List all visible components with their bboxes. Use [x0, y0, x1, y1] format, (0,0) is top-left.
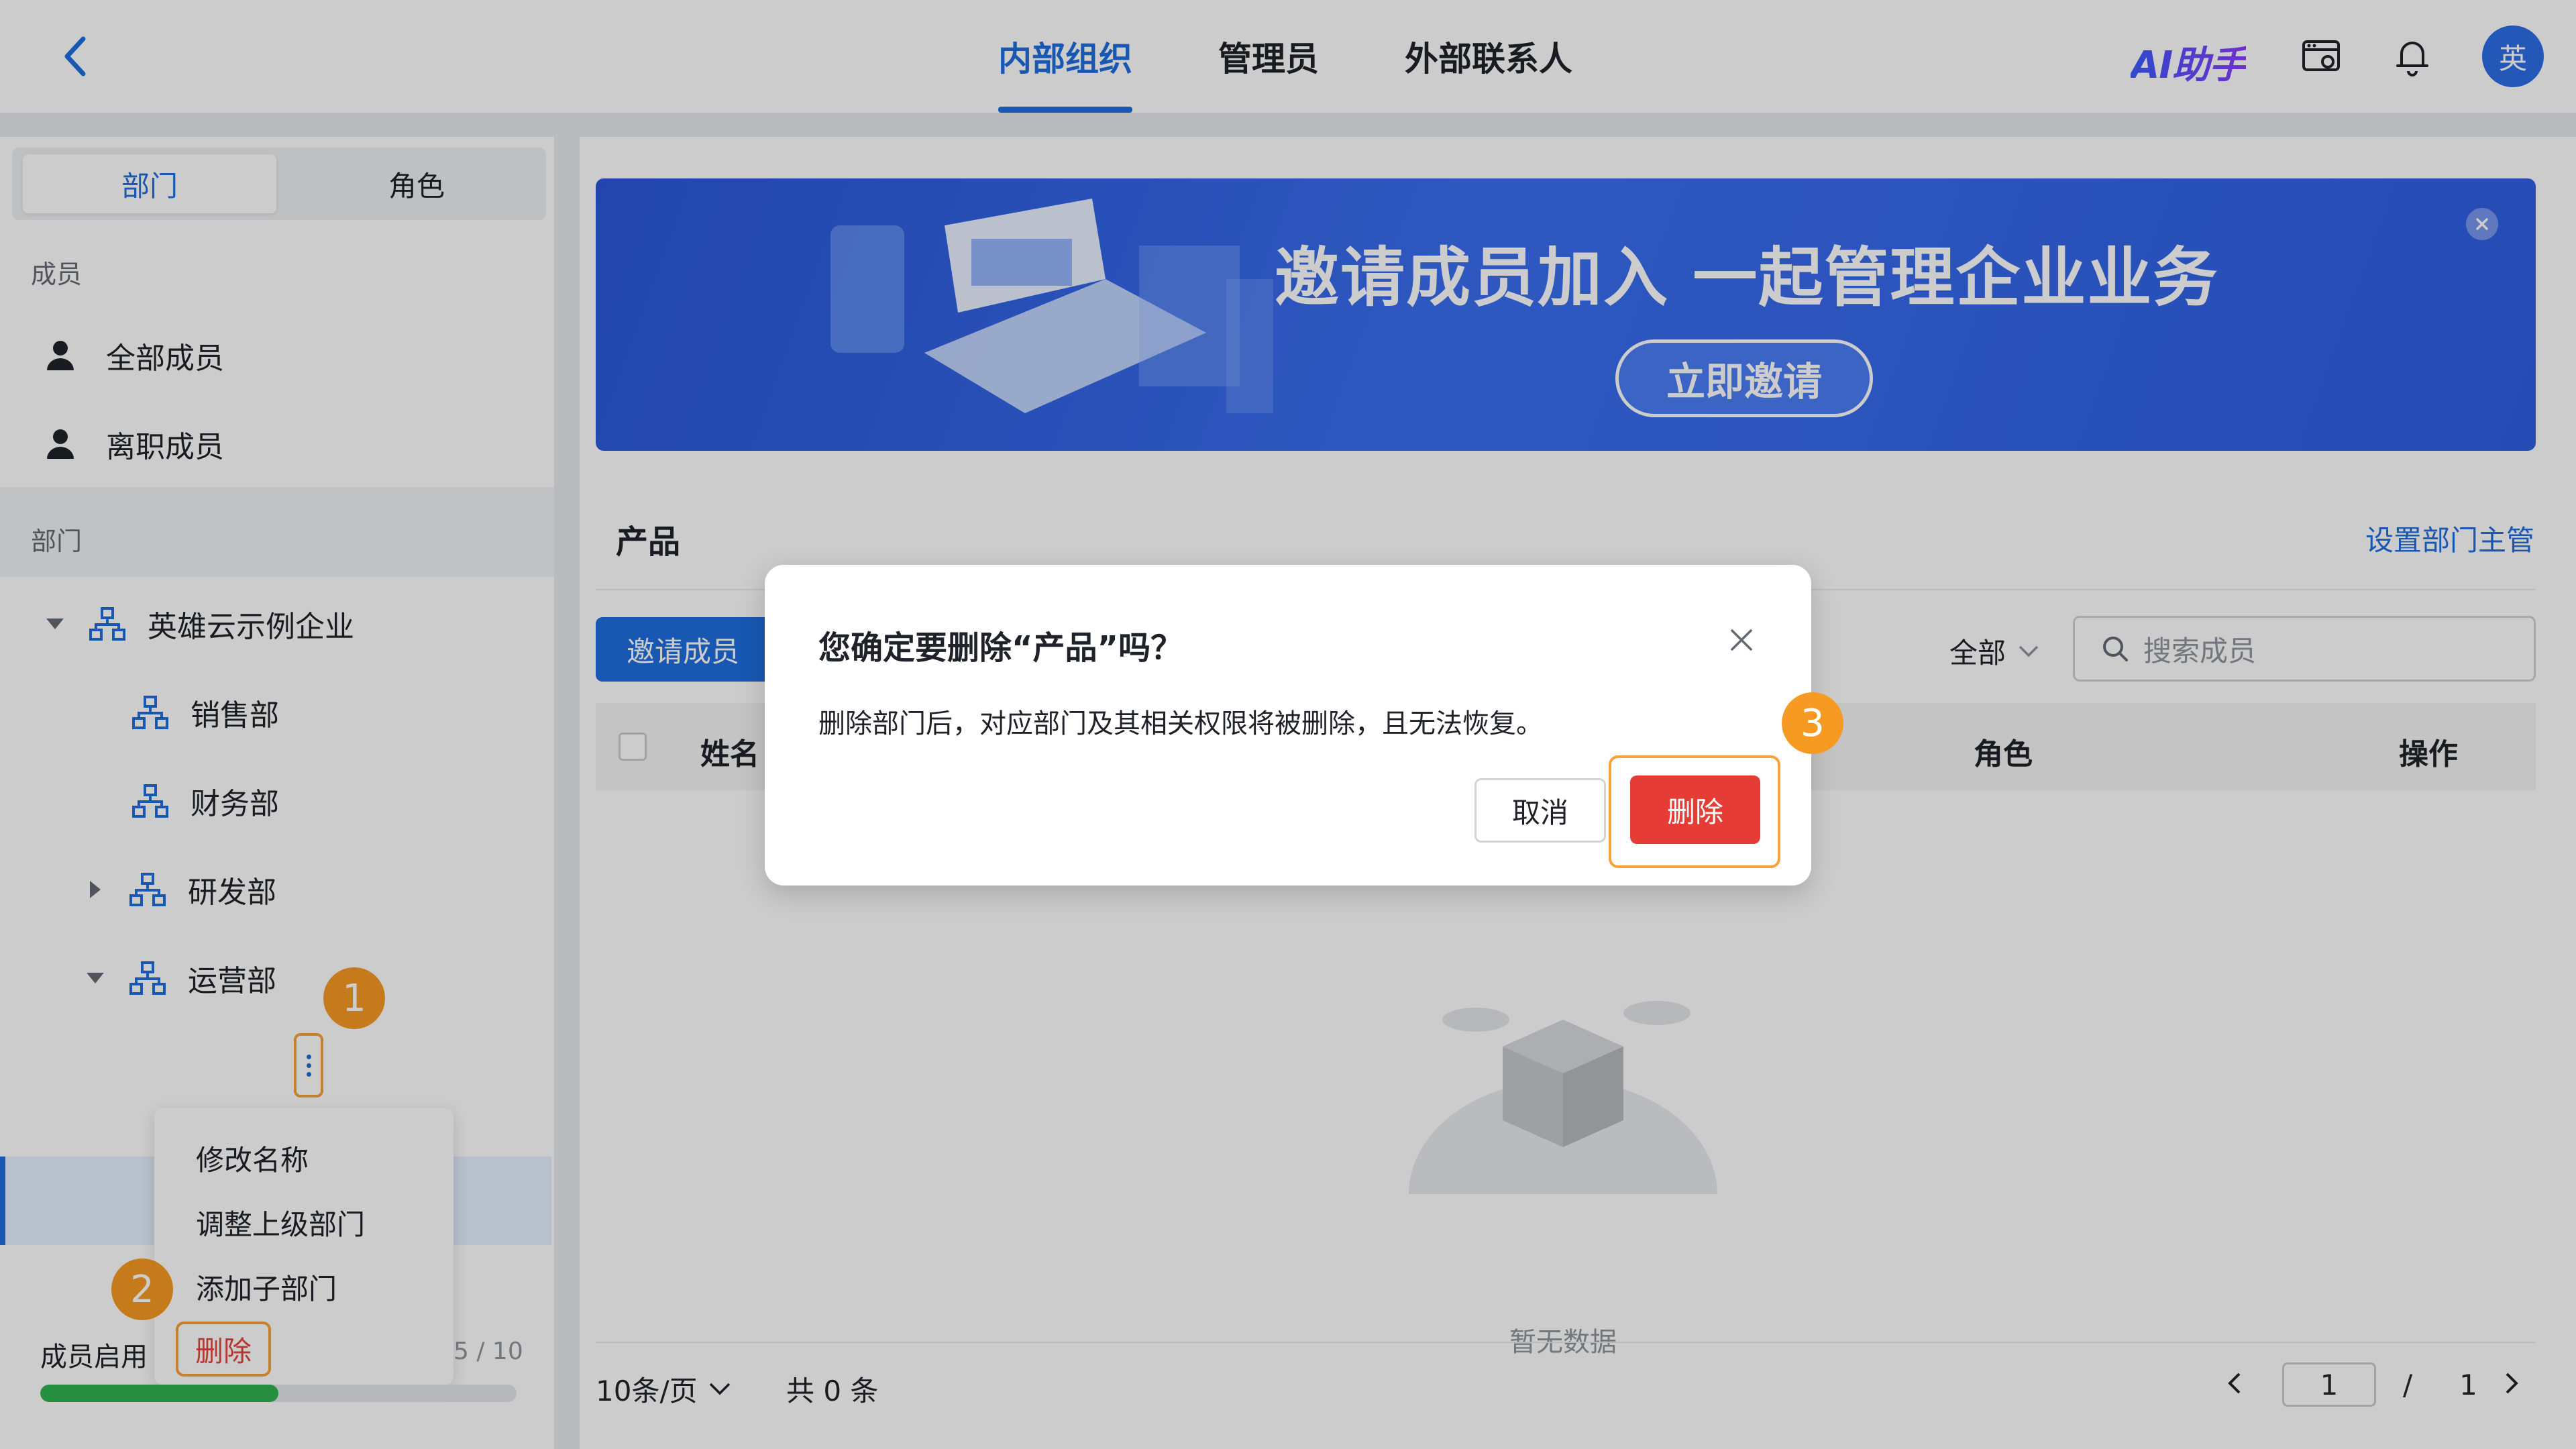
step-badge-3: 3: [1782, 692, 1843, 754]
confirm-delete-button[interactable]: 删除: [1630, 775, 1760, 844]
cancel-button[interactable]: 取消: [1474, 778, 1606, 843]
close-icon: [1731, 629, 1752, 651]
delete-confirm-dialog: 您确定要删除“产品”吗？ 删除部门后，对应部门及其相关权限将被删除，且无法恢复。…: [765, 565, 1811, 885]
dialog-title: 您确定要删除“产品”吗？: [818, 629, 1183, 667]
app-window: 内部组织 管理员 外部联系人 AI助手 英 部门 角色 成员 全部成员 离职成员…: [0, 0, 2576, 1449]
dialog-close-button[interactable]: [1723, 621, 1760, 659]
dialog-message: 删除部门后，对应部门及其相关权限将被删除，且无法恢复。: [818, 708, 1543, 739]
